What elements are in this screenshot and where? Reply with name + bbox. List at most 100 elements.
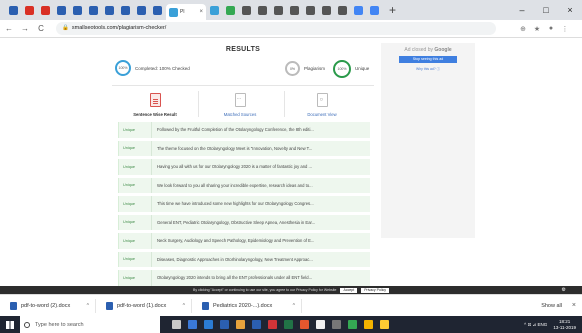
tab-favicon-icon [153, 5, 162, 15]
taskbar-app-button[interactable] [168, 316, 184, 333]
chevron-up-icon[interactable]: ^ [293, 303, 295, 309]
chevron-up-icon[interactable]: ^ [87, 303, 89, 309]
result-row[interactable]: Unique We look forward to you all sharing… [118, 177, 370, 193]
result-row[interactable]: Unique Diseases, Diagnostic Approaches in… [118, 251, 370, 267]
browser-tab[interactable] [118, 3, 133, 17]
result-row[interactable]: Unique This time we have introduced some … [118, 196, 370, 212]
divider [151, 177, 152, 193]
unique-badge: Unique [123, 275, 136, 280]
matched-sources-tab[interactable]: Matched Sources [210, 93, 270, 117]
stop-seeing-ad-button[interactable]: Stop seeing this ad [399, 56, 457, 63]
tab-favicon-icon [322, 5, 331, 15]
taskbar-app-button[interactable] [232, 316, 248, 333]
browser-tab[interactable] [150, 3, 165, 17]
browser-tab[interactable] [22, 3, 37, 17]
browser-tab[interactable] [239, 3, 254, 17]
app-icon [219, 320, 229, 329]
gear-icon[interactable]: ⚙ [562, 287, 566, 293]
download-item[interactable]: pdf-to-word (2).docx ^ [0, 298, 96, 313]
close-download-bar-button[interactable]: × [572, 302, 576, 309]
sentence-text: Having you all with us for our Otolaryng… [157, 164, 313, 170]
zoom-icon[interactable]: ⊕ [516, 25, 530, 33]
result-row[interactable]: Unique Neck Surgery, Audiology and Speech… [118, 233, 370, 249]
browser-tab[interactable] [255, 3, 270, 17]
taskbar-app-button[interactable] [184, 316, 200, 333]
page-content: RESULTS 100% Completed: 100% Checked 0% … [0, 39, 582, 294]
browser-tab[interactable] [271, 3, 286, 17]
divider [151, 251, 152, 267]
sentence-wise-tab[interactable]: Sentence Wise Result [125, 93, 185, 117]
browser-tab[interactable] [70, 3, 85, 17]
taskbar-app-button[interactable] [280, 316, 296, 333]
sentence-wise-label: Sentence Wise Result [133, 112, 177, 117]
close-tab-icon[interactable]: × [199, 9, 203, 15]
taskbar-search-input[interactable]: Type here to search [20, 316, 160, 333]
result-row[interactable]: Unique General ENT, Pediatric Otolaryngol… [118, 214, 370, 230]
taskbar-app-button[interactable] [312, 316, 328, 333]
browser-tab[interactable] [38, 3, 53, 17]
reload-button[interactable]: C [34, 24, 48, 33]
browser-tab[interactable] [335, 3, 350, 17]
show-all-button[interactable]: Show all [541, 303, 562, 309]
tab-favicon-icon [121, 5, 130, 15]
completed-pct: 100% [118, 66, 128, 70]
browser-tab[interactable] [351, 3, 366, 17]
active-browser-tab[interactable]: Pl × [166, 4, 206, 20]
taskbar-app-button[interactable] [248, 316, 264, 333]
result-row[interactable]: Unique Having you all with us for our Oto… [118, 159, 370, 175]
maximize-button[interactable]: □ [534, 0, 558, 20]
url-input[interactable]: 🔒 smallseotools.com/plagiarism-checker/ [56, 22, 496, 35]
download-item[interactable]: pdf-to-word (1).docx ^ [96, 298, 192, 313]
browser-tab[interactable] [303, 3, 318, 17]
forward-button[interactable]: → [18, 24, 32, 33]
taskbar-app-button[interactable] [216, 316, 232, 333]
sentence-text: Otolaryngology 2020 intends to bring all… [157, 275, 313, 281]
privacy-policy-button[interactable]: Privacy Policy [361, 287, 389, 293]
app-icon [267, 320, 277, 329]
unique-label: Unique [355, 66, 370, 71]
taskbar-app-button[interactable] [376, 316, 392, 333]
back-button[interactable]: ← [2, 24, 16, 33]
taskbar-app-button[interactable] [296, 316, 312, 333]
browser-tab[interactable] [207, 3, 222, 17]
browser-tab[interactable] [367, 3, 382, 17]
tab-favicon-icon [73, 5, 82, 15]
unique-pct: 100% [337, 67, 347, 71]
browser-tab[interactable] [287, 3, 302, 17]
browser-tab[interactable] [319, 3, 334, 17]
taskbar-app-button[interactable] [344, 316, 360, 333]
plagiarism-circle: 0% [285, 61, 300, 76]
browser-tab[interactable] [102, 3, 117, 17]
browser-tab[interactable] [86, 3, 101, 17]
results-panel: RESULTS 100% Completed: 100% Checked 0% … [112, 39, 374, 294]
result-row[interactable]: Unique The theme focused on the Otolaryng… [118, 140, 370, 156]
browser-tab[interactable] [54, 3, 69, 17]
minimize-button[interactable]: – [510, 0, 534, 20]
unique-badge: Unique [123, 201, 136, 206]
taskbar-app-button[interactable] [360, 316, 376, 333]
browser-tab[interactable] [6, 3, 21, 17]
result-row[interactable]: Unique Followed by the Fruitful Completio… [118, 122, 370, 138]
divider [151, 196, 152, 212]
bookmark-star-icon[interactable]: ★ [530, 25, 544, 33]
taskbar-app-button[interactable] [264, 316, 280, 333]
close-window-button[interactable]: × [558, 0, 582, 20]
taskbar-app-button[interactable] [328, 316, 344, 333]
document-view-tab[interactable]: Document View [292, 93, 352, 117]
clock[interactable]: 18:21 13-11-2019 [553, 319, 576, 330]
download-item[interactable]: Pediatrics 2020-...).docx ^ [192, 298, 302, 313]
why-this-ad-link[interactable]: Why this ad? ⓘ [381, 66, 475, 71]
unique-badge: Unique [123, 183, 136, 188]
browser-tab[interactable] [134, 3, 149, 17]
menu-icon[interactable]: ⋮ [558, 25, 572, 33]
tray-icons[interactable]: ^ ⊡ ⊿ ENG [524, 322, 547, 328]
date: 13-11-2019 [553, 324, 576, 330]
chevron-up-icon[interactable]: ^ [183, 303, 185, 309]
accept-button[interactable]: Accept [340, 287, 358, 293]
browser-tab[interactable] [223, 3, 238, 17]
taskbar-app-button[interactable] [200, 316, 216, 333]
new-tab-button[interactable]: + [389, 3, 396, 17]
windows-start-button[interactable] [0, 316, 20, 333]
extension-icon[interactable]: ● [544, 25, 558, 33]
result-row[interactable]: Unique Otolaryngology 2020 intends to bri… [118, 270, 370, 286]
